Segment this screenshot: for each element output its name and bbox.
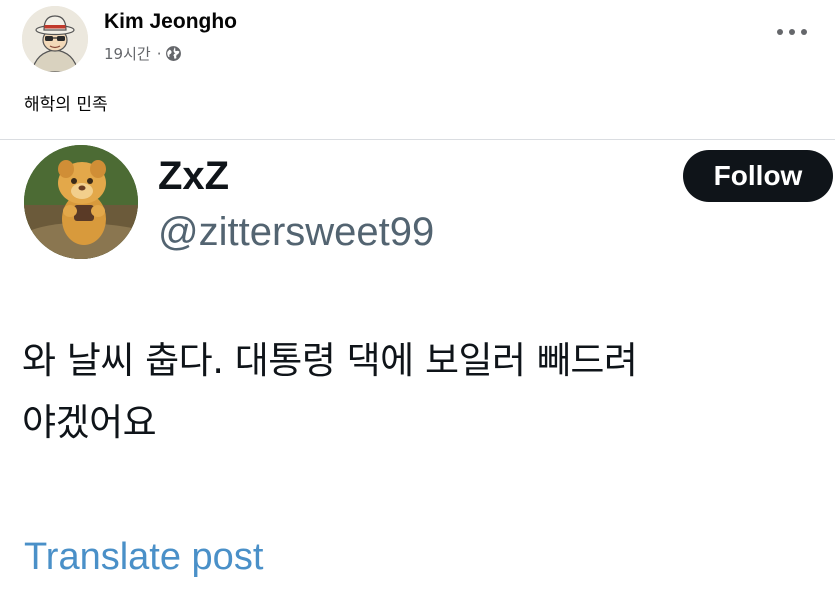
tweet-text-line: 야겠어요: [22, 401, 157, 444]
author-name[interactable]: Kim Jeongho: [104, 10, 237, 34]
follow-button[interactable]: Follow: [683, 150, 833, 202]
meta-separator: ·: [156, 44, 162, 63]
tweet-text: 와 날씨 춥다. 대통령 댁에 보일러 빼드려 야겠어요: [22, 330, 822, 454]
author-avatar[interactable]: [22, 6, 88, 72]
translate-post-link[interactable]: Translate post: [24, 536, 263, 579]
tweet-display-name[interactable]: ZxZ: [158, 152, 229, 200]
post-timestamp[interactable]: 19시간: [104, 43, 151, 64]
post-meta: 19시간 ·: [104, 43, 182, 64]
tweet-author-avatar[interactable]: [24, 145, 138, 259]
more-options-icon[interactable]: [777, 22, 807, 42]
lion-cub-avatar-icon: [24, 145, 138, 259]
tweet-handle[interactable]: @zittersweet99: [158, 208, 434, 256]
cartoon-detective-avatar-icon: [22, 6, 88, 72]
tweet-text-line: 와 날씨 춥다. 대통령 댁에 보일러 빼드려: [22, 339, 638, 382]
post-header: Kim Jeongho 19시간 · 해학의 민족: [0, 0, 835, 140]
more-dot: [801, 29, 807, 35]
globe-icon[interactable]: [165, 45, 182, 62]
more-dot: [789, 29, 795, 35]
facebook-post: Kim Jeongho 19시간 · 해학의 민족 ZxZ @zitterswe…: [0, 0, 835, 610]
tweet-screenshot[interactable]: ZxZ @zittersweet99 Follow 와 날씨 춥다. 대통령 댁…: [0, 140, 835, 610]
post-caption: 해학의 민족: [24, 95, 108, 115]
more-dot: [777, 29, 783, 35]
